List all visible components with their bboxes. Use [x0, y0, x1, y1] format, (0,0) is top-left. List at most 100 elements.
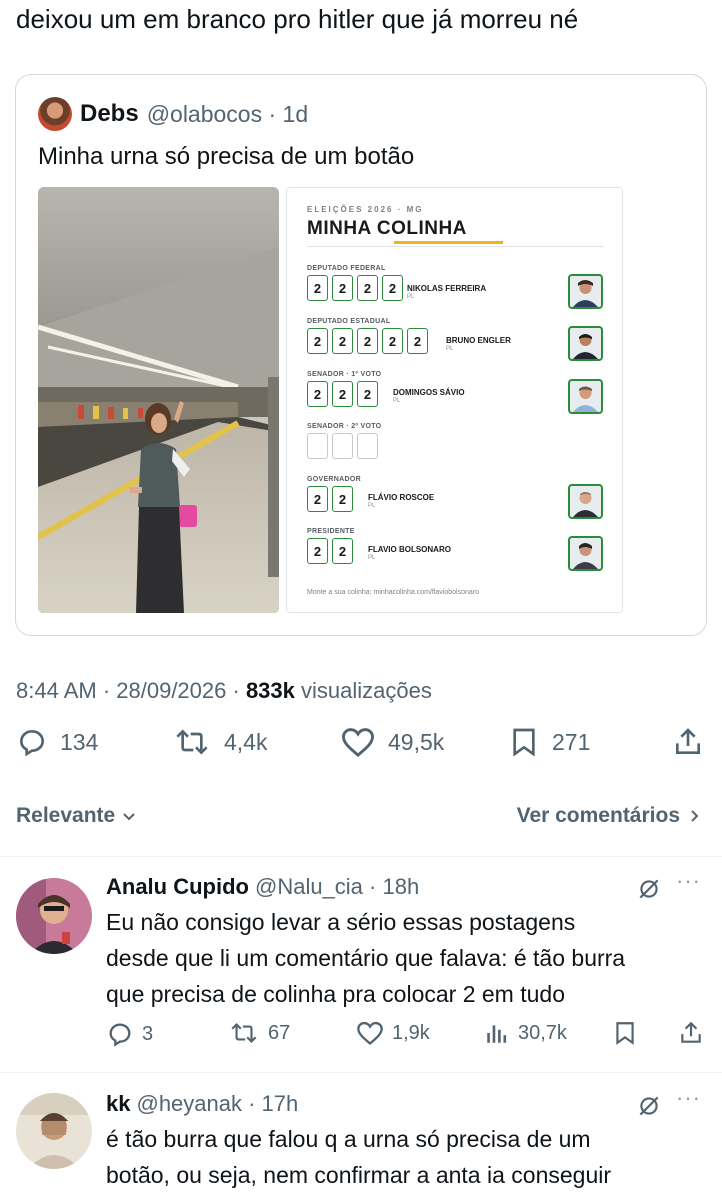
chevron-right-icon	[691, 810, 699, 822]
card-title-underline	[394, 241, 503, 244]
digit-box-empty	[307, 433, 328, 459]
avatar[interactable]	[16, 878, 92, 954]
share-button[interactable]	[678, 1020, 712, 1046]
views-count: 833k	[245, 678, 295, 703]
card-footer[interactable]: Monte a sua colinha: minhacolinha.com/fl…	[307, 589, 479, 596]
views-button[interactable]: 30,7k	[484, 1020, 567, 1046]
reply-text-line: que precisa de colinha pra colocar 2 em …	[106, 981, 566, 1007]
candidate-party: PL	[368, 555, 376, 561]
share-icon	[681, 1021, 701, 1043]
subway-photo[interactable]	[38, 187, 279, 613]
digit-row: 2 2 2	[307, 381, 382, 407]
digit-box-empty	[357, 433, 378, 459]
digit-box: 2	[307, 538, 328, 564]
reply-action-bar: 3 67 1,9k 30,7k	[0, 1020, 722, 1054]
like-count: 1,9k	[392, 1021, 430, 1044]
reply-text-line: desde que li um comentário que falava: é…	[106, 945, 626, 971]
digit-box: 2	[307, 381, 328, 407]
section-deputado-federal: DEPUTADO FEDERAL 2 2 2 2	[307, 265, 407, 301]
repost-button[interactable]: 67	[228, 1020, 290, 1046]
grok-slash-icon[interactable]	[636, 1093, 662, 1124]
section-label: SENADOR · 2º VOTO	[307, 423, 382, 430]
repost-arrows-icon	[176, 729, 208, 755]
view-comments-label: Ver comentários	[516, 804, 680, 827]
reply-author-name[interactable]: Analu Cupido	[106, 874, 249, 900]
digit-row: 2 2	[307, 486, 361, 512]
digit-box: 2	[307, 275, 328, 301]
reply-count: 3	[142, 1022, 154, 1045]
reply-button[interactable]: 134	[16, 726, 98, 758]
section-governador: GOVERNADOR 2 2	[307, 476, 361, 512]
tweet-meta: 8:44 AM · 28/09/2026 · 833k visualizaçõe…	[16, 678, 432, 704]
reply-tweet[interactable]: Analu Cupido @Nalu_cia · 18h ··· Eu não …	[0, 868, 722, 1070]
repost-arrows-icon	[231, 1022, 257, 1044]
repost-button[interactable]: 4,4k	[172, 726, 267, 758]
candidate-photo	[568, 536, 603, 571]
candidate-name: FLÁVIO ROSCOE	[368, 493, 435, 502]
heart-icon	[341, 728, 375, 757]
candidate-info: BRUNO ENGLER PL	[446, 336, 511, 352]
grok-slash-icon[interactable]	[636, 876, 662, 907]
digit-row: 2 2 2 2	[307, 275, 407, 301]
reply-handle-time: @heyanak · 17h	[136, 1091, 299, 1116]
reply-text-line: é tão burra que falou q a urna só precis…	[106, 1126, 591, 1152]
like-count: 49,5k	[388, 728, 445, 755]
digit-box: 2	[332, 486, 353, 512]
like-button[interactable]: 49,5k	[340, 726, 444, 758]
reply-count: 134	[60, 728, 99, 755]
bookmark-button[interactable]	[612, 1020, 646, 1046]
quoted-author-name[interactable]: Debs	[80, 100, 139, 128]
reply-button[interactable]: 3	[106, 1020, 153, 1048]
more-dots-icon[interactable]: ···	[676, 1085, 701, 1111]
more-dots-icon[interactable]: ···	[676, 868, 701, 894]
digit-box: 2	[407, 328, 428, 354]
quoted-tweet-header: Debs @olabocos · 1d	[38, 97, 308, 131]
candidate-party: PL	[393, 398, 401, 404]
candidate-info: FLAVIO BOLSONARO PL	[368, 545, 451, 561]
digit-box: 2	[357, 381, 378, 407]
reply-handle-time: @Nalu_cia · 18h	[254, 874, 420, 899]
candidate-name: BRUNO ENGLER	[446, 336, 511, 345]
tweet-timestamp[interactable]: 8:44 AM · 28/09/2026 ·	[16, 678, 246, 703]
digit-box: 2	[332, 538, 353, 564]
reply-author-name[interactable]: kk	[106, 1091, 130, 1117]
share-icon	[676, 728, 700, 754]
quoted-tweet[interactable]: Debs @olabocos · 1d Minha urna só precis…	[15, 74, 707, 636]
tweet-text: deixou um em branco pro hitler que já mo…	[16, 4, 579, 34]
digit-box: 2	[332, 381, 353, 407]
digit-box: 2	[357, 328, 378, 354]
bookmark-icon	[616, 1022, 634, 1045]
colinha-card[interactable]: ELEIÇÕES 2026 · MG MINHA COLINHA DEPUTAD…	[286, 187, 623, 613]
digit-row: 2 2	[307, 538, 357, 564]
section-label: PRESIDENTE	[307, 528, 355, 535]
subway-photo-illustration	[38, 187, 279, 613]
reply-text-line: botão, ou seja, nem confirmar a anta ia …	[106, 1162, 612, 1188]
reply-text: é tão burra que falou q a urna só precis…	[106, 1121, 706, 1193]
sort-dropdown[interactable]: Relevante	[16, 804, 137, 828]
view-comments-link[interactable]: Ver comentários	[517, 804, 702, 828]
views-count: 30,7k	[518, 1021, 567, 1044]
chevron-down-icon	[123, 813, 135, 821]
share-button[interactable]	[672, 726, 716, 758]
candidate-info: NIKOLAS FERREIRA PL	[407, 284, 486, 300]
repost-count: 67	[268, 1021, 291, 1044]
reply-sort-bar: Relevante Ver comentários	[0, 796, 722, 836]
reply-tweet[interactable]: kk @heyanak · 17h ··· é tão burra que fa…	[0, 1085, 722, 1200]
avatar[interactable]	[16, 1093, 92, 1169]
reply-text: Eu não consigo levar a sério essas posta…	[106, 904, 706, 1012]
digit-box: 2	[357, 275, 378, 301]
candidate-info: FLÁVIO ROSCOE PL	[368, 493, 434, 509]
like-button[interactable]: 1,9k	[356, 1020, 430, 1046]
section-label: GOVERNADOR	[307, 476, 361, 483]
divider	[0, 856, 722, 857]
bookmark-button[interactable]: 271	[508, 726, 590, 758]
card-eyebrow: ELEIÇÕES 2026 · MG	[307, 205, 424, 214]
digit-box: 2	[307, 328, 328, 354]
section-deputado-estadual: DEPUTADO ESTADUAL 2 2 2 2 2	[307, 318, 432, 354]
reply-header: Analu Cupido @Nalu_cia · 18h	[106, 874, 419, 900]
digit-row	[307, 433, 382, 459]
digit-box: 2	[307, 486, 328, 512]
candidate-photo	[568, 274, 603, 309]
avatar[interactable]	[38, 97, 72, 131]
candidate-name: DOMINGOS SÁVIO	[393, 388, 465, 397]
